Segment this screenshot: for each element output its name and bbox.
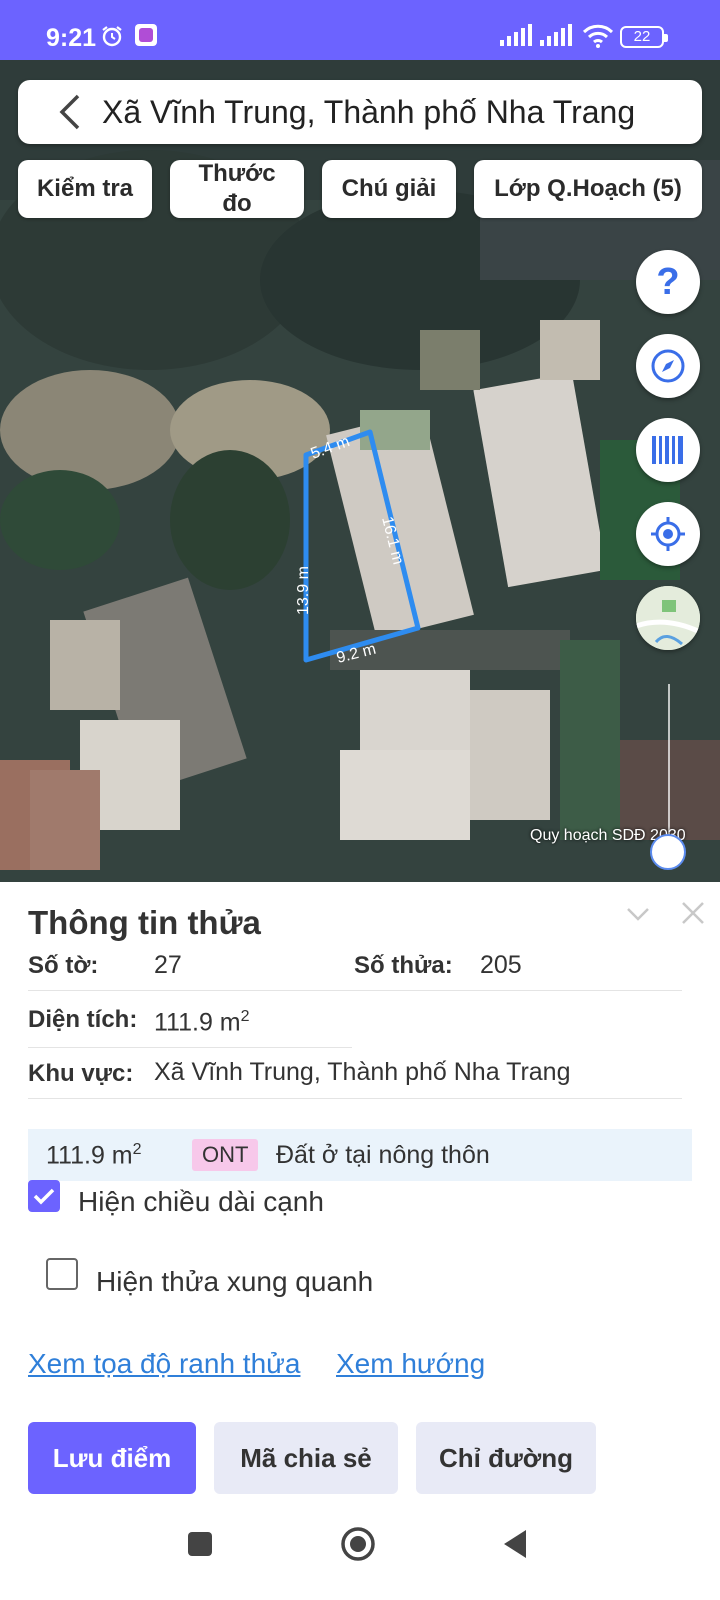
region-label: Khu vực: [28, 1060, 134, 1087]
square-nav-icon[interactable] [186, 1530, 214, 1558]
edge-label-top: 5.4 m [309, 433, 352, 463]
directions-button[interactable]: Chỉ đường [416, 1422, 596, 1494]
divider [28, 990, 682, 991]
basemap-button[interactable] [636, 586, 700, 650]
location-title: Xã Vĩnh Trung, Thành phố Nha Trang [102, 94, 636, 130]
back-icon[interactable] [56, 94, 84, 130]
collapse-icon[interactable] [624, 900, 652, 928]
signal-icon-2 [540, 24, 572, 46]
home-nav-icon[interactable] [340, 1526, 376, 1562]
area-label: Diện tích: [28, 1006, 138, 1033]
land-use-row: 111.9 m2 ONT Đất ở tại nông thôn [28, 1129, 692, 1181]
wifi-icon [582, 24, 614, 48]
check-button[interactable]: Kiểm tra [18, 160, 152, 218]
help-button[interactable]: ? [636, 250, 700, 314]
barcode-button[interactable] [636, 418, 700, 482]
plot-number-label: Số thửa: [354, 952, 453, 979]
sheet-number-value: 27 [154, 951, 182, 979]
system-nav-bar [0, 1508, 720, 1600]
measure-button[interactable]: Thước đo [170, 160, 304, 218]
locate-button[interactable] [636, 502, 700, 566]
land-use-code-badge: ONT [192, 1139, 259, 1171]
check-icon [33, 1188, 55, 1205]
view-coordinates-link[interactable]: Xem tọa độ ranh thửa [28, 1348, 300, 1380]
basemap-icon [636, 586, 700, 650]
status-bar: 9:21 22 [0, 0, 720, 60]
divider [28, 1047, 352, 1048]
legend-button[interactable]: Chú giải [322, 160, 456, 218]
status-time: 9:21 [46, 24, 97, 52]
sheet-number-label: Số tờ: [28, 952, 99, 979]
alarm-icon [102, 26, 122, 47]
layer-opacity-slider[interactable] [650, 834, 686, 870]
land-use-description: Đất ở tại nông thôn [276, 1141, 490, 1169]
parcel-info-sheet: Thông tin thửa Số tờ: 27 Số thửa: 205 Di… [0, 882, 720, 1600]
save-point-button[interactable]: Lưu điểm [28, 1422, 196, 1494]
barcode-icon [652, 436, 683, 464]
compass-icon [651, 349, 685, 383]
share-code-button[interactable]: Mã chia sẻ [214, 1422, 398, 1494]
show-edge-length-label[interactable]: Hiện chiều dài cạnh [78, 1186, 324, 1218]
close-icon[interactable] [678, 898, 708, 928]
show-edge-length-checkbox[interactable] [28, 1180, 60, 1212]
app-notification-icon [135, 24, 157, 46]
area-value: 111.9 m2 [154, 1008, 250, 1037]
view-direction-link[interactable]: Xem hướng [336, 1348, 485, 1380]
location-header[interactable]: Xã Vĩnh Trung, Thành phố Nha Trang [18, 80, 702, 144]
help-icon: ? [656, 260, 680, 303]
battery-indicator: 22 [620, 26, 668, 48]
land-use-area: 111.9 m2 [46, 1141, 142, 1170]
sheet-title: Thông tin thửa [28, 904, 261, 941]
edge-label-bottom: 9.2 m [335, 641, 378, 667]
planning-layers-button[interactable]: Lớp Q.Hoạch (5) [474, 160, 702, 218]
edge-label-left: 13.9 m [295, 566, 312, 615]
show-neighbors-checkbox[interactable] [46, 1258, 78, 1290]
compass-button[interactable] [636, 334, 700, 398]
region-value: Xã Vĩnh Trung, Thành phố Nha Trang [154, 1058, 571, 1086]
show-neighbors-label[interactable]: Hiện thửa xung quanh [96, 1266, 373, 1298]
back-nav-icon[interactable] [500, 1528, 530, 1560]
plot-number-value: 205 [480, 951, 522, 979]
locate-icon [651, 517, 685, 551]
edge-label-right: 16.1 m [378, 515, 406, 567]
signal-icon [500, 24, 532, 46]
divider [28, 1098, 682, 1099]
